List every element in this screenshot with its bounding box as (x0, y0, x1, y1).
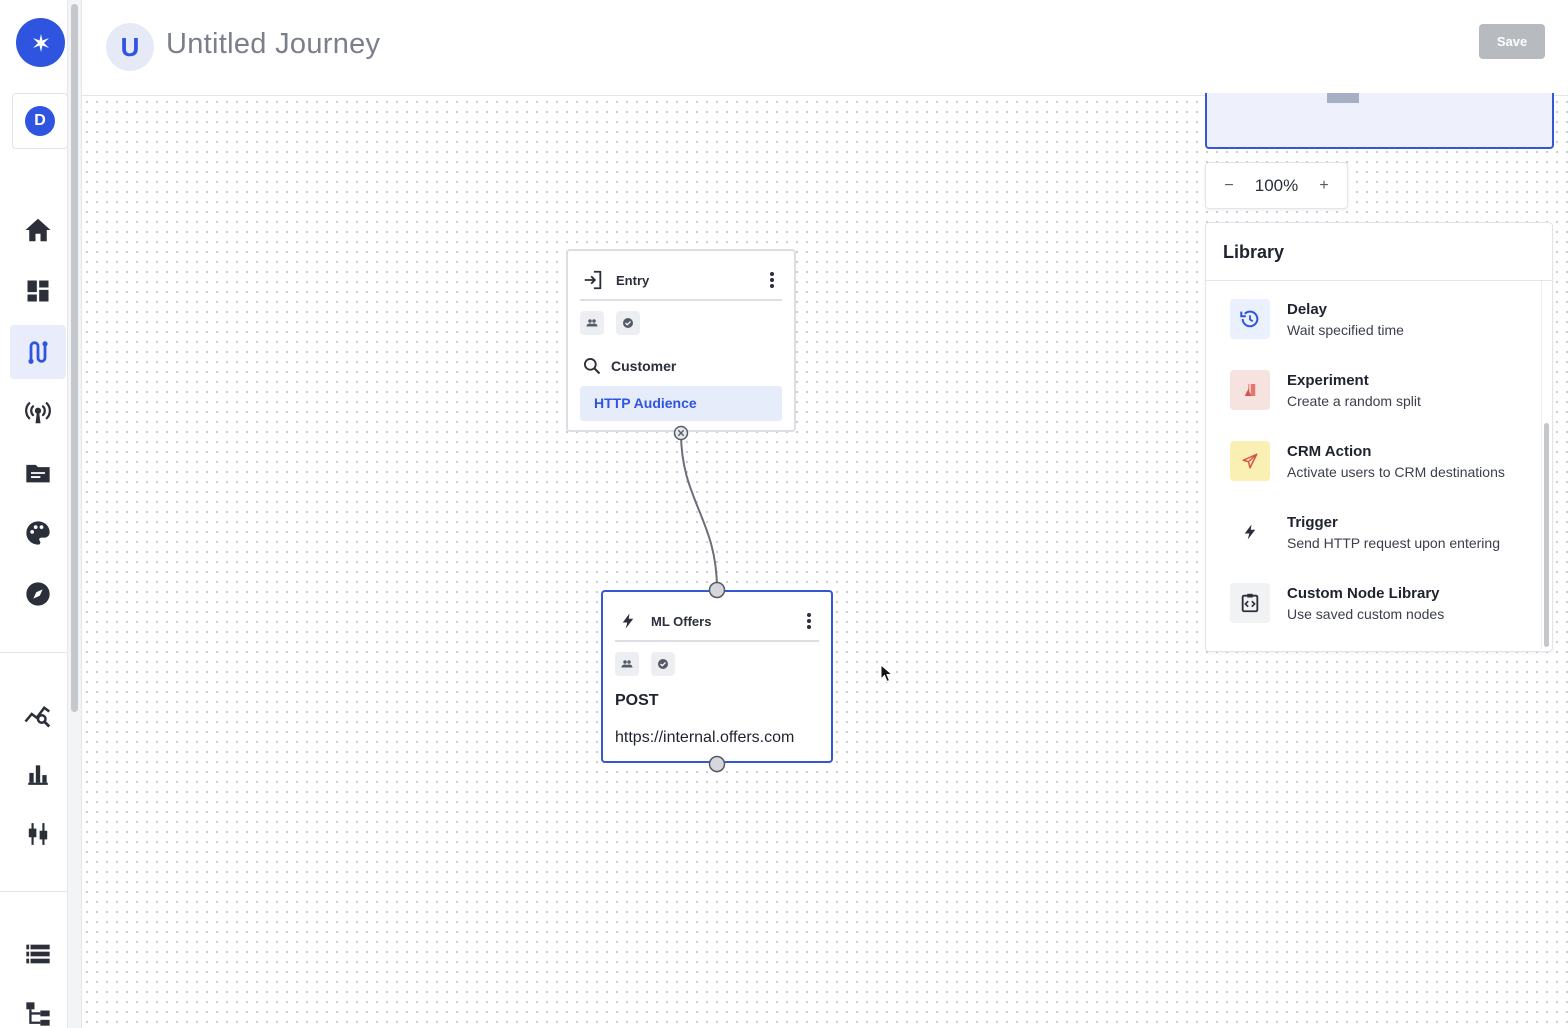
http-url: https://internal.offers.com (615, 729, 795, 746)
star-burst-icon (32, 33, 49, 52)
app-logo[interactable] (16, 18, 65, 67)
bolt-icon (1230, 512, 1270, 552)
sidebar-item-dashboard[interactable] (10, 264, 66, 318)
sidebar-item-broadcast[interactable] (10, 385, 66, 439)
entry-node-title: Entry (616, 272, 650, 288)
library-item-experiment[interactable]: Experiment Create a random split (1230, 368, 1530, 412)
bolt-icon (615, 608, 641, 634)
check-circle-icon (616, 311, 640, 335)
left-nav-rail: D (0, 0, 82, 1028)
library-item-delay[interactable]: Delay Wait specified time (1230, 297, 1530, 341)
library-item-name: Trigger (1287, 513, 1338, 531)
rail-scrollbar-thumb[interactable] (71, 4, 78, 712)
dashboard-icon (27, 280, 49, 302)
library-item-desc: Activate users to CRM destinations (1287, 463, 1505, 480)
analytics-icon (24, 706, 51, 728)
library-item-desc: Use saved custom nodes (1287, 605, 1445, 622)
journey-avatar: U (106, 23, 154, 71)
zoom-control: − 100% + (1205, 162, 1348, 209)
entry-node-header: Entry (580, 261, 782, 301)
page-title[interactable]: Untitled Journey (166, 28, 380, 61)
broadcast-icon (25, 402, 51, 424)
journey-icon (28, 341, 48, 364)
library-title: Library (1223, 242, 1285, 262)
workspace-avatar: D (25, 106, 55, 136)
sidebar-item-hierarchy[interactable] (10, 987, 66, 1028)
minimap-node (1327, 93, 1359, 103)
sidebar-item-analytics[interactable] (10, 687, 66, 741)
entry-node[interactable]: Entry Customer HTTP Audience (566, 249, 796, 432)
custom-node-icon (1230, 583, 1270, 623)
output-handle[interactable] (708, 755, 726, 773)
flask-icon (1230, 370, 1270, 410)
entry-source-label: Customer (611, 358, 677, 374)
search-icon (584, 358, 601, 375)
sliders-icon (28, 823, 48, 845)
sidebar-item-list[interactable] (10, 927, 66, 981)
users-icon (615, 652, 639, 676)
home-icon (25, 218, 51, 242)
bar-chart-icon (28, 765, 48, 785)
palette-icon (26, 521, 50, 545)
rail-divider (0, 652, 67, 653)
sidebar-item-explore[interactable] (10, 567, 66, 621)
zoom-in-button[interactable]: + (1301, 162, 1347, 209)
mouse-cursor-icon (880, 664, 894, 683)
library-item-trigger[interactable]: Trigger Send HTTP request upon entering (1230, 510, 1530, 554)
http-method: POST (615, 692, 659, 709)
close-circle-icon[interactable] (673, 425, 689, 441)
sidebar-item-palette[interactable] (10, 506, 66, 560)
library-item-desc: Wait specified time (1287, 321, 1404, 338)
workspace-switcher[interactable]: D (12, 93, 68, 149)
send-icon (1230, 441, 1270, 481)
more-vert-icon[interactable] (762, 268, 782, 292)
hierarchy-icon (26, 1002, 50, 1026)
sidebar-item-journeys[interactable] (10, 325, 66, 379)
users-icon (580, 311, 604, 335)
rail-divider (0, 891, 67, 892)
list-icon (26, 944, 50, 964)
library-item-name: Custom Node Library (1287, 584, 1440, 602)
page-header: U Untitled Journey Save (82, 0, 1568, 96)
more-vert-icon[interactable] (799, 609, 819, 633)
rail-scrollbar[interactable] (67, 0, 81, 1028)
library-item-custom-node-library[interactable]: Custom Node Library Use saved custom nod… (1230, 581, 1530, 625)
sidebar-item-settings[interactable] (10, 807, 66, 861)
entry-source-row: Customer (582, 356, 676, 376)
library-item-name: Experiment (1287, 371, 1369, 389)
save-button[interactable]: Save (1479, 24, 1545, 59)
library-item-crm-action[interactable]: CRM Action Activate users to CRM destina… (1230, 439, 1530, 483)
input-handle[interactable] (708, 581, 726, 599)
node-library-panel: Library Delay Wait specified time Experi… (1205, 222, 1553, 652)
entry-node-chips (580, 311, 640, 335)
sidebar-item-home[interactable] (10, 203, 66, 257)
sidebar-item-reports[interactable] (10, 747, 66, 801)
library-item-name: CRM Action (1287, 442, 1372, 460)
ml-node-chips (615, 652, 675, 676)
minimap[interactable] (1205, 93, 1554, 149)
library-divider (1206, 280, 1552, 281)
ml-offers-node[interactable]: ML Offers POST https://internal.offers.c… (601, 590, 833, 763)
library-item-desc: Create a random split (1287, 392, 1421, 409)
zoom-out-button[interactable]: − (1206, 162, 1252, 209)
folder-icon (26, 464, 50, 483)
library-scrollbar[interactable] (1541, 281, 1549, 649)
zoom-level: 100% (1254, 175, 1299, 195)
check-circle-icon (651, 652, 675, 676)
login-icon (580, 267, 606, 293)
library-item-name: Delay (1287, 300, 1328, 318)
ml-node-title: ML Offers (651, 613, 712, 629)
history-icon (1230, 299, 1270, 339)
sidebar-item-folder[interactable] (10, 446, 66, 500)
compass-icon (26, 582, 50, 606)
ml-node-header: ML Offers (615, 602, 819, 642)
library-item-desc: Send HTTP request upon entering (1287, 534, 1500, 551)
library-scrollbar-thumb[interactable] (1544, 423, 1549, 647)
audience-badge[interactable]: HTTP Audience (580, 386, 782, 421)
